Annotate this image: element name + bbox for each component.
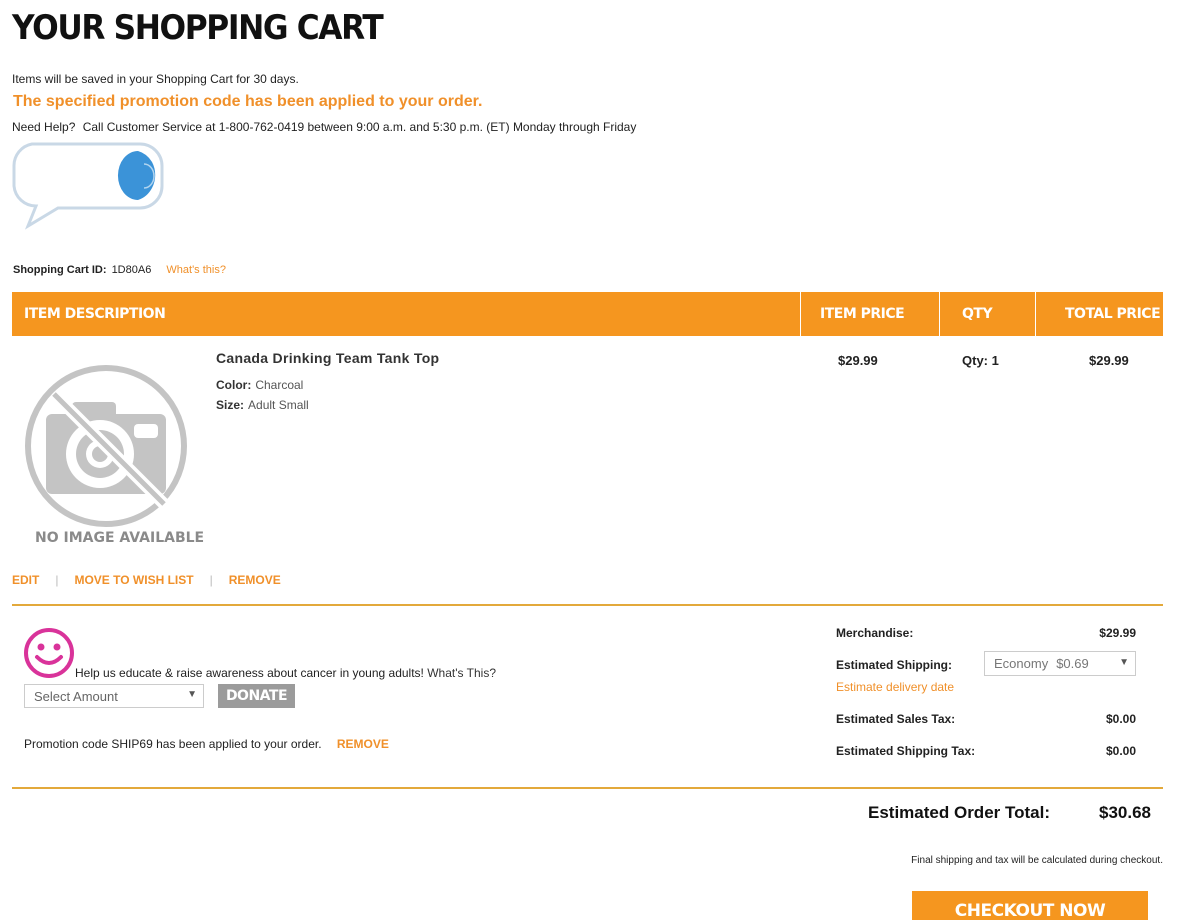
- shipping-method: Economy: [994, 656, 1049, 671]
- color-label: Color:: [216, 378, 252, 392]
- item-price: $29.99: [838, 353, 878, 368]
- product-size: Size: Adult Small: [216, 398, 309, 412]
- estimated-shipping-label: Estimated Shipping:: [836, 658, 953, 672]
- merchandise-label: Merchandise:: [836, 626, 914, 640]
- color-value: Charcoal: [255, 378, 304, 392]
- cart-id-value: 1D80A6: [111, 264, 152, 276]
- divider: [12, 604, 1163, 606]
- promo-applied-message: The specified promotion code has been ap…: [13, 93, 483, 110]
- item-qty: Qty: 1: [962, 353, 999, 368]
- help-text: Call Customer Service at 1-800-762-0419 …: [82, 120, 637, 134]
- promo-code: SHIP69: [111, 737, 153, 751]
- save-note: Items will be saved in your Shopping Car…: [12, 72, 299, 86]
- size-label: Size:: [216, 398, 245, 412]
- item-actions: EDIT | MOVE TO WISH LIST | REMOVE: [12, 573, 281, 587]
- cart-id: Shopping Cart ID: 1D80A6 What's this?: [13, 264, 226, 276]
- charity-whats-this-link[interactable]: What's This?: [427, 666, 496, 680]
- merchandise-value: $29.99: [1099, 626, 1136, 640]
- sales-tax-value: $0.00: [1105, 712, 1136, 726]
- promo-text-suffix: has been applied to your order.: [156, 737, 322, 751]
- cart-id-label: Shopping Cart ID:: [13, 264, 107, 276]
- sales-tax-label: Estimated Sales Tax:: [836, 712, 956, 726]
- product-color: Color: Charcoal: [216, 378, 303, 392]
- item-total-price: $29.99: [1089, 353, 1129, 368]
- charity-text: Help us educate & raise awareness about …: [75, 666, 424, 680]
- chat-bubble-icon: [12, 142, 164, 230]
- shipping-price: $0.69: [1056, 656, 1089, 671]
- header-item-description: ITEM DESCRIPTION: [12, 292, 801, 336]
- live-chat-button[interactable]: [10, 142, 166, 230]
- checkout-now-button[interactable]: CHECKOUT NOW: [912, 891, 1148, 920]
- cart-table-header: ITEM DESCRIPTION ITEM PRICE QTY TOTAL PR…: [12, 292, 1163, 336]
- remove-promo-link[interactable]: REMOVE: [337, 737, 389, 751]
- product-image[interactable]: [22, 362, 194, 550]
- donation-amount-select[interactable]: Select Amount ▼: [24, 684, 204, 708]
- help-label: Need Help?: [12, 120, 76, 134]
- order-total-label: Estimated Order Total:: [868, 803, 1050, 822]
- divider: [12, 787, 1163, 789]
- action-separator: |: [209, 573, 213, 587]
- estimate-delivery-date-link[interactable]: Estimate delivery date: [836, 680, 954, 694]
- header-total-price: TOTAL PRICE: [1065, 306, 1161, 322]
- edit-link[interactable]: EDIT: [12, 573, 39, 587]
- charity-smiley-icon: [23, 627, 75, 679]
- chevron-down-icon: ▼: [187, 689, 197, 700]
- order-total-value: $30.68: [1099, 803, 1151, 822]
- header-item-price: ITEM PRICE: [801, 292, 940, 336]
- remove-item-link[interactable]: REMOVE: [229, 573, 281, 587]
- help-line: Need Help? Call Customer Service at 1-80…: [12, 120, 640, 134]
- shipping-tax-label: Estimated Shipping Tax:: [836, 744, 976, 758]
- page-title: YOUR SHOPPING CART: [12, 8, 384, 48]
- product-name[interactable]: Canada Drinking Team Tank Top: [216, 350, 439, 366]
- chevron-down-icon: ▼: [1119, 657, 1129, 668]
- size-value: Adult Small: [248, 398, 309, 412]
- no-image-label: NO IMAGE AVAILABLE: [35, 530, 205, 546]
- shipping-tax-value: $0.00: [1105, 744, 1136, 758]
- header-qty: QTY: [940, 292, 1036, 336]
- promo-code-line: Promotion code SHIP69 has been applied t…: [24, 737, 389, 751]
- charity-message: Help us educate & raise awareness about …: [75, 666, 496, 680]
- action-separator: |: [55, 573, 59, 587]
- whats-this-link[interactable]: What's this?: [166, 264, 226, 276]
- move-to-wish-list-link[interactable]: MOVE TO WISH LIST: [74, 573, 193, 587]
- final-note: Final shipping and tax will be calculate…: [911, 855, 1163, 866]
- no-image-camera-icon: [25, 365, 187, 527]
- donate-button[interactable]: DONATE: [218, 684, 295, 708]
- shipping-method-select[interactable]: Economy $0.69 ▼: [984, 651, 1136, 676]
- donation-amount-placeholder: Select Amount: [34, 688, 118, 704]
- promo-text-prefix: Promotion code: [24, 737, 109, 751]
